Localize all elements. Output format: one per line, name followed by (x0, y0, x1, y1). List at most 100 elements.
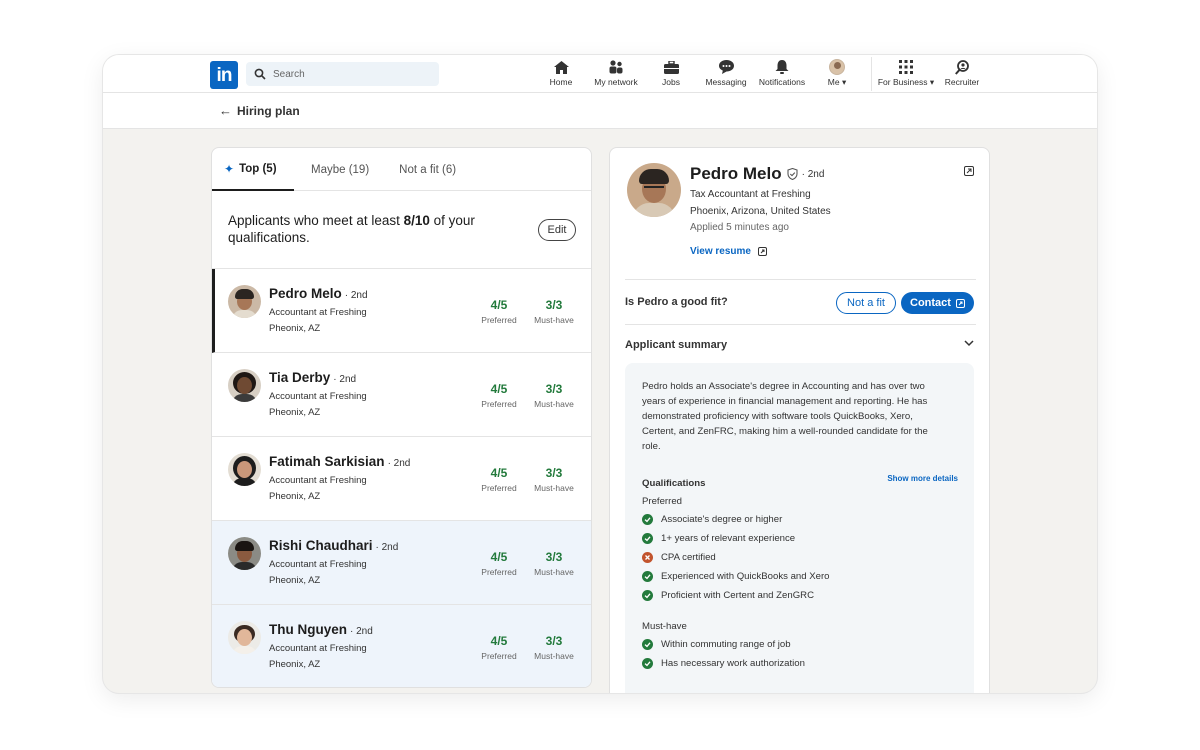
check-circle-icon (642, 533, 653, 544)
applicant-row[interactable]: Fatimah Sarkisian · 2nd Accountant at Fre… (212, 437, 591, 521)
profile-location: Phoenix, Arizona, United States (690, 206, 831, 217)
subheader: ← Hiring plan (103, 93, 1097, 129)
linkedin-logo[interactable]: in (210, 61, 238, 89)
caret-down-icon: ▾ (841, 77, 847, 87)
view-resume-link[interactable]: View resume (690, 246, 767, 257)
applicant-title: Accountant at Freshing (269, 559, 367, 570)
criteria-banner: Applicants who meet at least 8/10 of you… (212, 191, 591, 269)
check-circle-icon (642, 639, 653, 650)
applicant-name[interactable]: Rishi Chaudhari (269, 538, 373, 553)
applicant-row[interactable]: Rishi Chaudhari · 2nd Accountant at Fresh… (212, 521, 591, 605)
nav-my-network[interactable]: My network (593, 60, 639, 90)
tab-maybe-label: Maybe (19) (311, 163, 370, 176)
qualification-item: Within commuting range of job (642, 635, 958, 654)
criteria-threshold: 8/10 (403, 213, 430, 228)
nav-for-business[interactable]: For Business ▾ (876, 60, 936, 90)
applicant-location: Pheonix, AZ (269, 575, 321, 586)
must-have-score: 3/3 Must-have (534, 382, 574, 409)
must-have-score: 3/3 Must-have (534, 466, 574, 493)
applicant-name[interactable]: Pedro Melo (269, 286, 342, 301)
qualification-item: Proficient with Certent and ZenGRC (642, 586, 958, 605)
profile-name[interactable]: Pedro Melo (690, 164, 782, 184)
qualification-item: CPA certified (642, 548, 958, 567)
nav-recruiter[interactable]: Recruiter (942, 59, 982, 90)
applicant-name[interactable]: Thu Nguyen (269, 622, 347, 637)
must-have-score: 3/3 Must-have (534, 298, 574, 325)
applicant-row[interactable]: Pedro Melo · 2nd Accountant at Freshing P… (212, 269, 591, 353)
applicant-title: Accountant at Freshing (269, 475, 367, 486)
connection-degree: · 2nd (801, 168, 825, 180)
avatar (228, 453, 261, 486)
nav-me[interactable]: Me ▾ (823, 59, 851, 90)
applicant-name[interactable]: Tia Derby (269, 370, 330, 385)
applicant-row[interactable]: Tia Derby · 2nd Accountant at Freshing Ph… (212, 353, 591, 437)
chevron-down-icon[interactable] (964, 340, 974, 347)
must-have-score: 3/3 Must-have (534, 550, 574, 577)
edit-button[interactable]: Edit (538, 219, 576, 241)
connection-degree: · 2nd (333, 374, 357, 385)
connection-degree: · 2nd (344, 290, 368, 301)
expand-icon[interactable] (964, 166, 974, 176)
preferred-score: 4/5 Preferred (481, 550, 517, 577)
applicant-location: Pheonix, AZ (269, 659, 321, 670)
tab-maybe[interactable]: Maybe (19) (299, 148, 381, 191)
tab-not-a-fit[interactable]: Not a fit (6) (387, 148, 468, 191)
nav-messaging[interactable]: Messaging (704, 60, 748, 90)
home-icon (553, 60, 569, 74)
applicant-summary-header[interactable]: Applicant summary (625, 328, 976, 362)
applicant-title: Accountant at Freshing (269, 307, 367, 318)
applicant-summary-card: Pedro holds an Associate's degree in Acc… (625, 363, 974, 693)
preferred-heading: Preferred (642, 496, 682, 507)
back-arrow-icon[interactable]: ← (219, 103, 232, 118)
contact-button-label: Contact (910, 297, 951, 309)
applicant-location: Pheonix, AZ (269, 491, 321, 502)
applied-time: Applied 5 minutes ago (690, 222, 789, 233)
nav-messaging-label: Messaging (705, 77, 747, 87)
summary-text: Pedro holds an Associate's degree in Acc… (642, 381, 928, 452)
nav-jobs[interactable]: Jobs (659, 60, 683, 90)
check-circle-icon (642, 658, 653, 669)
avatar (228, 285, 261, 318)
briefcase-icon (663, 60, 679, 74)
tab-top[interactable]: ✦ Top (5) (212, 148, 294, 191)
profile-avatar (627, 163, 681, 217)
must-have-score: 3/3 Must-have (534, 634, 574, 661)
qualification-item: Associate's degree or higher (642, 510, 958, 529)
check-circle-icon (642, 571, 653, 582)
nav-notifications[interactable]: Notifications (756, 60, 808, 90)
applicant-row[interactable]: Thu Nguyen · 2nd Accountant at Freshing P… (212, 605, 591, 687)
network-icon (609, 60, 623, 74)
nav-divider (871, 57, 872, 91)
grid-icon (899, 60, 913, 74)
not-a-fit-button[interactable]: Not a fit (836, 292, 896, 314)
back-link-hiring-plan[interactable]: Hiring plan (237, 104, 300, 118)
nav-home[interactable]: Home (549, 60, 573, 90)
applicant-summary-title: Applicant summary (625, 339, 728, 351)
tab-bar: ✦ Top (5) Maybe (19) Not a fit (6) (212, 148, 591, 191)
applicant-name[interactable]: Fatimah Sarkisian (269, 454, 385, 469)
contact-button[interactable]: Contact (901, 292, 974, 314)
fit-question: Is Pedro a good fit? (625, 296, 728, 308)
x-circle-icon (642, 552, 653, 563)
search-placeholder: Search (273, 68, 305, 80)
preferred-score: 4/5 Preferred (481, 466, 517, 493)
preferred-score: 4/5 Preferred (481, 298, 517, 325)
applicant-location: Pheonix, AZ (269, 323, 321, 334)
nav-my-network-label: My network (594, 77, 638, 87)
show-more-details-link[interactable]: Show more details (887, 474, 958, 483)
tab-top-label: Top (5) (239, 162, 277, 175)
avatar (228, 369, 261, 402)
search-input[interactable]: Search (246, 62, 439, 86)
top-nav: in Search Home My network Jobs Messaging… (103, 55, 1097, 93)
connection-degree: · 2nd (387, 458, 411, 469)
nav-me-label: Me (827, 77, 840, 87)
sparkle-icon: ✦ (224, 161, 235, 176)
connection-degree: · 2nd (350, 626, 373, 637)
app-window: in Search Home My network Jobs Messaging… (103, 55, 1097, 693)
nav-for-business-label: For Business (877, 77, 928, 87)
qualification-item: Has necessary work authorization (642, 654, 958, 673)
preferred-score: 4/5 Preferred (481, 634, 517, 661)
nav-recruiter-label: Recruiter (944, 77, 980, 87)
applicant-title: Accountant at Freshing (269, 643, 367, 654)
verified-shield-icon (787, 168, 798, 180)
